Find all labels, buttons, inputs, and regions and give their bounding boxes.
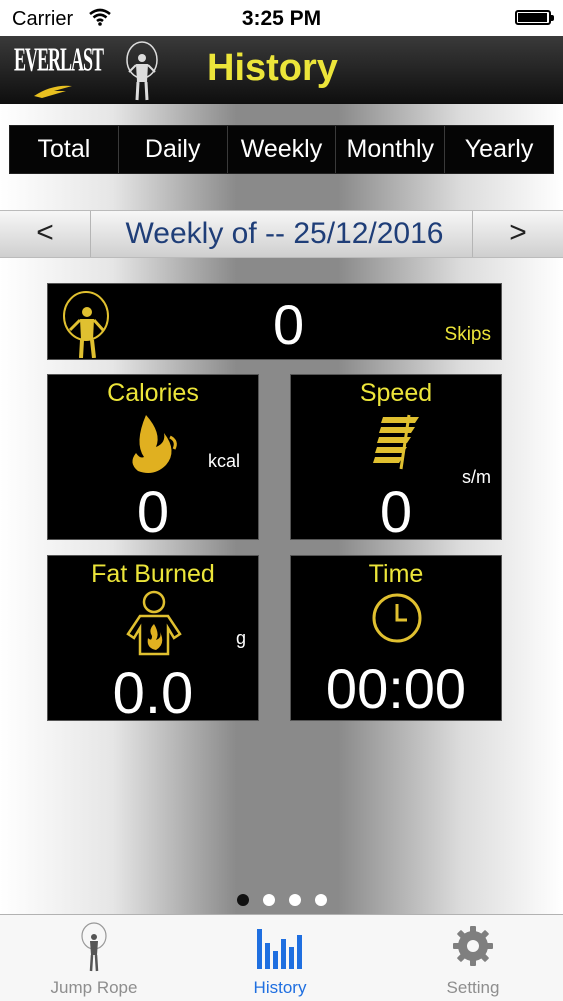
logo-swoosh-icon (34, 85, 72, 98)
page-dot[interactable] (262, 894, 275, 906)
time-card: Time 00:00 (290, 555, 502, 721)
period-tabs: Total Daily Weekly Monthly Yearly (9, 125, 554, 174)
page-dot[interactable] (236, 894, 249, 906)
body-fat-icon (126, 590, 182, 661)
gear-icon (452, 925, 494, 972)
flame-icon (126, 413, 182, 484)
status-bar: Carrier 3:25 PM (0, 0, 563, 36)
speed-title: Speed (359, 379, 433, 407)
speed-icon (369, 411, 423, 480)
bar-chart-icon (255, 921, 305, 976)
period-label: Weekly of -- 25/12/2016 (125, 217, 444, 250)
speed-value: 0 (379, 480, 413, 545)
fat-burned-value: 0.0 (112, 661, 194, 726)
fat-burned-title: Fat Burned (91, 560, 215, 588)
tab-total[interactable]: Total (10, 126, 119, 173)
date-navigation: < Weekly of -- 25/12/2016 > (0, 210, 563, 258)
battery-icon (515, 10, 554, 25)
tab-bar: Jump Rope History Setting (0, 914, 563, 1001)
skips-value: 0 (273, 293, 305, 356)
tab-weekly[interactable]: Weekly (228, 126, 337, 173)
calories-unit: kcal (207, 451, 240, 471)
fat-burned-unit: g (235, 628, 246, 648)
calories-title: Calories (107, 379, 199, 407)
tab-label-history: History (253, 978, 307, 997)
logo-text: EVERLAST (14, 40, 104, 78)
tab-daily[interactable]: Daily (119, 126, 228, 173)
status-time: 3:25 PM (241, 7, 322, 30)
speed-card: Speed s/m 0 (290, 374, 502, 545)
page-indicator[interactable] (0, 893, 563, 911)
jump-rope-figure-icon (60, 288, 114, 363)
page-dot[interactable] (314, 894, 327, 906)
clock-icon (371, 592, 423, 649)
tab-label-jump-rope: Jump Rope (50, 978, 138, 997)
tab-label-setting: Setting (446, 978, 500, 997)
everlast-logo: EVERLAST (14, 38, 104, 100)
skips-unit: Skips (444, 324, 491, 345)
tab-yearly[interactable]: Yearly (445, 126, 553, 173)
battery-fill (518, 13, 547, 22)
fat-burned-card: Fat Burned g 0.0 (47, 555, 259, 726)
jump-rope-icon (77, 921, 111, 978)
jump-rope-figure-icon (122, 38, 162, 107)
tab-history[interactable]: History (200, 915, 360, 1001)
app-header: EVERLAST History (0, 36, 563, 104)
tab-setting[interactable]: Setting (393, 915, 553, 1001)
calories-card: Calories kcal 0 (47, 374, 259, 545)
skips-panel: 0 Skips (47, 283, 502, 360)
time-title: Time (368, 560, 424, 588)
page-dot[interactable] (288, 894, 301, 906)
time-value: 00:00 (325, 657, 467, 720)
previous-period-button[interactable]: < (0, 211, 91, 257)
next-period-button[interactable]: > (472, 211, 563, 257)
calories-value: 0 (136, 480, 170, 545)
tab-monthly[interactable]: Monthly (336, 126, 446, 173)
page-title: History (207, 47, 338, 89)
tab-jump-rope[interactable]: Jump Rope (14, 915, 174, 1001)
